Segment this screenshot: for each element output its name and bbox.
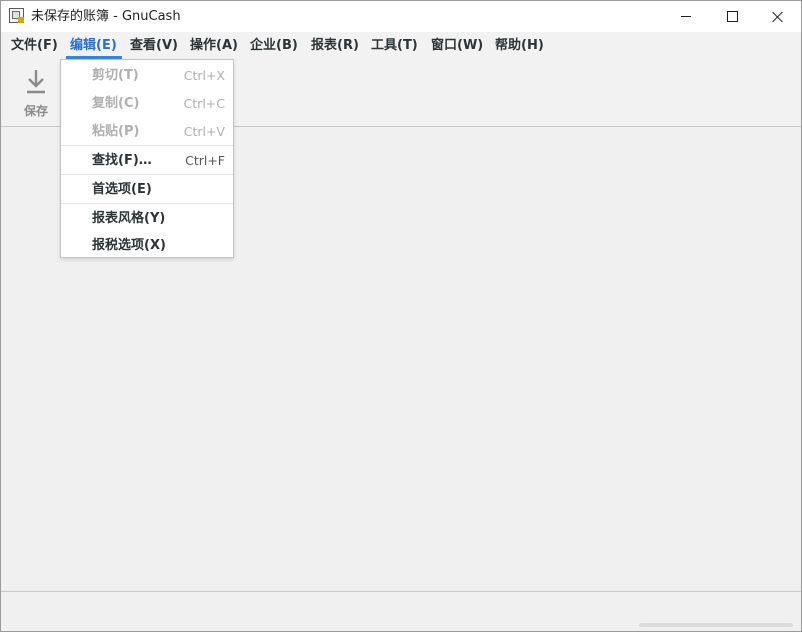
minimize-icon bbox=[681, 16, 691, 17]
menu-item-label: 粘贴(P) bbox=[92, 124, 140, 139]
menu-tools[interactable]: 工具(T) bbox=[370, 32, 419, 59]
menu-business[interactable]: 企业(B) bbox=[249, 32, 299, 59]
save-button-label: 保存 bbox=[23, 104, 48, 118]
menu-item-shortcut: Ctrl+F bbox=[185, 153, 225, 168]
menu-item-label: 查找(F)… bbox=[92, 153, 152, 168]
edit-menu-dropdown: 剪切(T) Ctrl+X 复制(C) Ctrl+C 粘贴(P) Ctrl+V 查… bbox=[60, 59, 234, 258]
edit-menu-find[interactable]: 查找(F)… Ctrl+F bbox=[61, 147, 233, 175]
menu-actions[interactable]: 操作(A) bbox=[189, 32, 239, 59]
menu-help[interactable]: 帮助(H) bbox=[494, 32, 545, 59]
edit-menu-copy[interactable]: 复制(C) Ctrl+C bbox=[61, 90, 233, 118]
menu-edit[interactable]: 编辑(E) bbox=[66, 32, 122, 59]
close-icon bbox=[772, 11, 784, 23]
close-button[interactable] bbox=[755, 1, 801, 32]
menu-item-label: 复制(C) bbox=[92, 96, 140, 111]
menu-bar: 文件(F) 编辑(E) 查看(V) 操作(A) 企业(B) 报表(R) 工具(T… bbox=[1, 32, 801, 59]
edit-menu-tax-options[interactable]: 报税选项(X) bbox=[61, 232, 233, 260]
window-title: 未保存的账簿 - GnuCash bbox=[31, 9, 181, 24]
menu-reports[interactable]: 报表(R) bbox=[310, 32, 360, 59]
menu-item-shortcut: Ctrl+C bbox=[183, 96, 225, 111]
menu-item-label: 报税选项(X) bbox=[92, 238, 166, 253]
menu-separator bbox=[61, 174, 233, 175]
menu-item-shortcut: Ctrl+V bbox=[183, 124, 225, 139]
menu-item-label: 报表风格(Y) bbox=[92, 211, 166, 226]
edit-menu-style-sheets[interactable]: 报表风格(Y) bbox=[61, 205, 233, 233]
gnucash-app-icon[interactable] bbox=[9, 8, 24, 23]
title-bar[interactable]: 未保存的账簿 - GnuCash bbox=[1, 1, 801, 32]
menu-item-shortcut: Ctrl+X bbox=[183, 68, 225, 83]
menu-separator bbox=[61, 203, 233, 204]
progress-bar bbox=[639, 623, 793, 627]
menu-view[interactable]: 查看(V) bbox=[129, 32, 179, 59]
menu-item-label: 剪切(T) bbox=[92, 68, 139, 83]
menu-item-label: 首选项(E) bbox=[92, 182, 152, 197]
save-button[interactable]: 保存 bbox=[13, 65, 59, 121]
maximize-button[interactable] bbox=[709, 1, 755, 32]
maximize-icon bbox=[726, 11, 738, 22]
menu-separator bbox=[61, 145, 233, 146]
edit-menu-preferences[interactable]: 首选项(E) bbox=[61, 176, 233, 204]
main-window: 未保存的账簿 - GnuCash 文件(F) 编辑(E) 查看(V) 操作(A)… bbox=[0, 0, 802, 632]
edit-menu-cut[interactable]: 剪切(T) Ctrl+X bbox=[61, 62, 233, 90]
edit-menu-paste[interactable]: 粘贴(P) Ctrl+V bbox=[61, 118, 233, 146]
menu-file[interactable]: 文件(F) bbox=[10, 32, 59, 59]
minimize-button[interactable] bbox=[663, 1, 709, 32]
menu-windows[interactable]: 窗口(W) bbox=[430, 32, 484, 59]
save-download-icon bbox=[27, 70, 45, 94]
status-bar bbox=[1, 591, 801, 631]
